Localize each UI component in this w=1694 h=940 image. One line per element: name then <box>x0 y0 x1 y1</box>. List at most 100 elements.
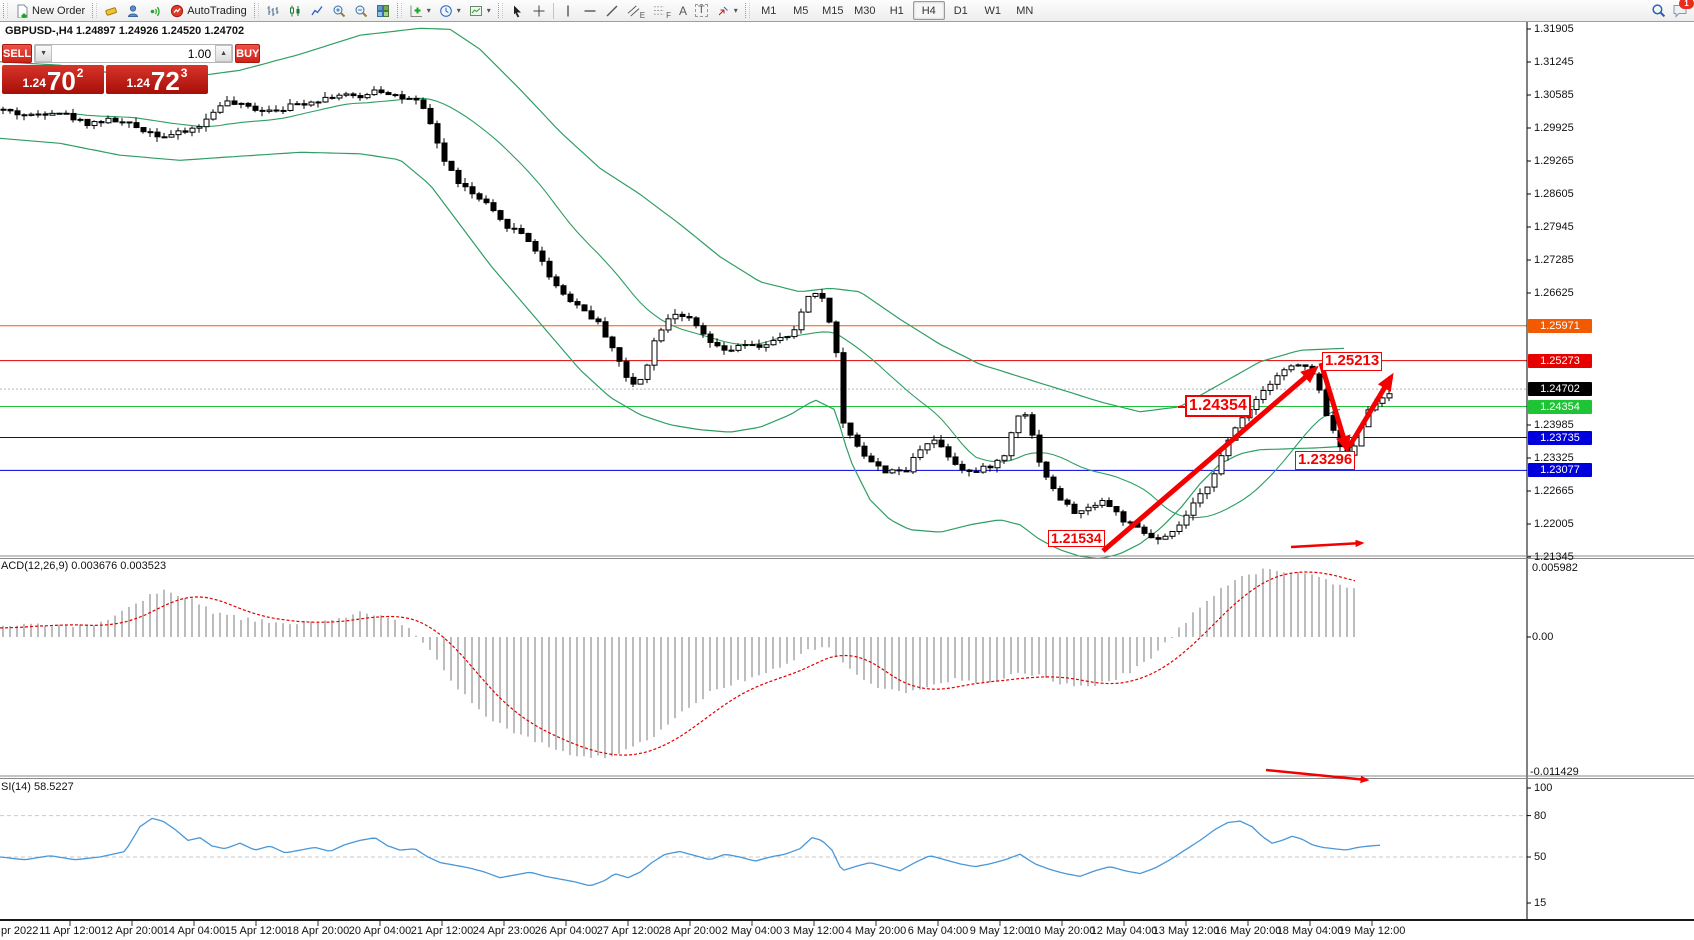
chart-line-button[interactable] <box>306 1 328 21</box>
chart-canvas[interactable] <box>0 0 1694 940</box>
label-tool-button[interactable]: T <box>691 1 712 21</box>
timeframe-m5-button[interactable]: M5 <box>785 1 817 20</box>
sell-price-box[interactable]: 1.24 70 2 <box>2 65 104 94</box>
highlight-tool-button[interactable] <box>100 1 122 21</box>
price-annotation-1.25213[interactable]: 1.25213 <box>1322 352 1382 371</box>
candlestick-icon <box>288 4 302 18</box>
macd-indicator-label: ACD(12,26,9) 0.003676 0.003523 <box>1 560 166 572</box>
toolbar-drag-handle[interactable] <box>498 3 503 18</box>
macd-panel[interactable] <box>0 569 1355 758</box>
toolbar-drag-handle[interactable] <box>92 3 97 18</box>
price-annotation-1.24354[interactable]: 1.24354 <box>1185 395 1251 417</box>
vertical-line-tool-button[interactable] <box>557 1 579 21</box>
buy-price-sup: 3 <box>181 66 188 80</box>
volume-spinner: ▼ ▲ <box>34 44 233 63</box>
indicators-icon <box>409 4 423 18</box>
macd-arrow[interactable] <box>1291 543 1362 547</box>
arrows-tool-button[interactable]: ▾ <box>712 1 742 21</box>
periods-button[interactable]: ▾ <box>435 1 465 21</box>
alerts-button[interactable] <box>144 1 166 21</box>
buy-price-box[interactable]: 1.24 72 3 <box>106 65 208 94</box>
cursor-icon <box>510 4 524 18</box>
volume-down-button[interactable]: ▼ <box>35 45 52 62</box>
bollinger-bands <box>0 28 1344 558</box>
indicators-caret[interactable]: ▾ <box>427 6 431 15</box>
fibonacci-letter: F <box>666 12 671 20</box>
one-click-trade-widget: SELL ▼ ▲ BUY 1.24 70 2 1.24 72 3 <box>2 44 208 94</box>
templates-caret[interactable]: ▾ <box>487 6 491 15</box>
label-tool-letter: T <box>695 4 708 17</box>
timeframe-h4-button[interactable]: H4 <box>913 1 945 20</box>
autotrading-label: AutoTrading <box>187 5 247 17</box>
cursor-tool-button[interactable] <box>506 1 528 21</box>
channel-tool-button[interactable]: E <box>623 1 649 21</box>
toolbar-drag-handle[interactable] <box>745 3 750 18</box>
autotrading-button[interactable]: AutoTrading <box>166 1 251 21</box>
timeframe-mn-button[interactable]: MN <box>1009 1 1041 20</box>
highlighter-icon <box>104 4 118 18</box>
main-toolbar: New Order AutoTrading <box>0 0 1694 22</box>
fibonacci-icon <box>653 4 666 17</box>
buy-button[interactable]: BUY <box>235 44 260 63</box>
periods-caret[interactable]: ▾ <box>457 6 461 15</box>
person-icon <box>126 4 140 18</box>
chart-candles-button[interactable] <box>284 1 306 21</box>
timeframe-m15-button[interactable]: M15 <box>817 1 849 20</box>
price-annotation-1.23296[interactable]: 1.23296 <box>1295 451 1355 470</box>
crosshair-tool-button[interactable] <box>528 1 550 21</box>
sell-button[interactable]: SELL <box>2 44 32 63</box>
tile-windows-button[interactable] <box>372 1 394 21</box>
timeframe-h1-button[interactable]: H1 <box>881 1 913 20</box>
indicators-button[interactable]: ▾ <box>405 1 435 21</box>
arrows-tool-icon <box>716 4 730 18</box>
volume-input[interactable] <box>52 45 215 62</box>
timeframe-d1-button[interactable]: D1 <box>945 1 977 20</box>
new-order-button[interactable]: New Order <box>11 1 89 21</box>
volume-up-button[interactable]: ▲ <box>215 45 232 62</box>
zoom-in-button[interactable] <box>328 1 350 21</box>
annotation-tick <box>1178 406 1186 408</box>
timeframe-w1-button[interactable]: W1 <box>977 1 1009 20</box>
toolbar-drag-handle[interactable] <box>397 3 402 18</box>
toolbar-drag-handle[interactable] <box>254 3 259 18</box>
arrows-caret[interactable]: ▾ <box>734 6 738 15</box>
candlestick-series[interactable] <box>1 86 1392 544</box>
trendline-tool-button[interactable] <box>601 1 623 21</box>
buy-price-big: 72 <box>151 69 180 93</box>
timeframe-m1-button[interactable]: M1 <box>753 1 785 20</box>
rsi-panel[interactable] <box>0 816 1527 886</box>
trendline-icon <box>605 4 619 18</box>
rsi-indicator-label: SI(14) 58.5227 <box>1 781 74 793</box>
new-order-icon <box>15 4 29 18</box>
chart-bars-button[interactable] <box>262 1 284 21</box>
profile-button[interactable] <box>122 1 144 21</box>
tile-windows-icon <box>376 4 390 18</box>
trend-arrows[interactable] <box>1103 363 1391 780</box>
chat-button[interactable]: 1 <box>1672 3 1688 18</box>
channel-letter: E <box>640 12 645 20</box>
timeframe-m30-button[interactable]: M30 <box>849 1 881 20</box>
zoom-out-button[interactable] <box>350 1 372 21</box>
bollinger-middle-band <box>45 98 1340 517</box>
buy-price-prefix: 1.24 <box>127 76 150 90</box>
text-tool-button[interactable]: A <box>675 1 691 21</box>
price-annotation-1.21534[interactable]: 1.21534 <box>1048 530 1105 547</box>
toolbar-drag-handle[interactable] <box>3 3 8 18</box>
trend-arrow-segment-2[interactable] <box>1349 377 1391 447</box>
sell-price-big: 70 <box>47 69 76 93</box>
timeframe-group: M1M5M15M30H1H4D1W1MN <box>753 1 1041 20</box>
zoom-out-icon <box>354 4 368 18</box>
horizontal-line-tool-button[interactable] <box>579 1 601 21</box>
signal-icon <box>148 4 162 18</box>
autotrading-icon <box>170 4 184 18</box>
template-icon <box>469 4 483 18</box>
channel-icon <box>627 4 640 17</box>
panel-frame <box>0 22 1694 926</box>
new-order-label: New Order <box>32 5 85 17</box>
rsi-line <box>0 818 1380 885</box>
templates-button[interactable]: ▾ <box>465 1 495 21</box>
sell-price-prefix: 1.24 <box>23 76 46 90</box>
search-icon[interactable] <box>1651 3 1666 18</box>
horizontal-line-icon <box>583 4 597 18</box>
fibonacci-tool-button[interactable]: F <box>649 1 675 21</box>
